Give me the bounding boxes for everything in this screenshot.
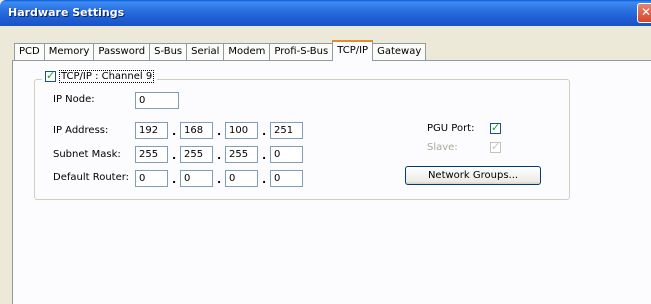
tab-modem[interactable]: Modem <box>223 43 271 61</box>
octet-separator: . <box>172 149 177 162</box>
slave-checkbox <box>490 140 501 153</box>
window-title: Hardware Settings <box>8 6 125 19</box>
subnet-mask-octet-4[interactable]: 0 <box>270 146 303 163</box>
close-icon[interactable] <box>637 3 651 23</box>
slave-label: Slave: <box>427 142 458 153</box>
network-groups-button[interactable]: Network Groups... <box>405 166 541 185</box>
octet-separator: . <box>172 125 177 138</box>
tab-tcp-ip[interactable]: TCP/IP <box>332 40 374 61</box>
octet-separator: . <box>262 149 267 162</box>
octet-separator: . <box>217 149 222 162</box>
ip-node-field[interactable]: 0 <box>135 92 179 109</box>
tcpip-group-header: TCP/IP : Channel 9 <box>42 69 158 83</box>
default-router-octet-1[interactable]: 0 <box>135 170 168 187</box>
octet-separator: . <box>262 125 267 138</box>
octet-separator: . <box>262 173 267 186</box>
octet-separator: . <box>217 173 222 186</box>
tab-pcd[interactable]: PCD <box>14 43 45 61</box>
tab-memory[interactable]: Memory <box>43 43 95 61</box>
ip-address-label: IP Address: <box>53 125 109 136</box>
tcpip-enable-checkbox[interactable] <box>45 69 56 82</box>
octet-separator: . <box>172 173 177 186</box>
tcpip-group-label[interactable]: TCP/IP : Channel 9 <box>59 69 155 83</box>
tab-gateway[interactable]: Gateway <box>372 43 427 61</box>
default-router-octet-3[interactable]: 0 <box>225 170 258 187</box>
pgu-port-checkbox[interactable] <box>490 121 501 134</box>
pgu-port-label: PGU Port: <box>427 123 475 134</box>
title-bar: Hardware Settings <box>0 0 651 26</box>
tab-s-bus[interactable]: S-Bus <box>149 43 188 61</box>
default-router-label: Default Router: <box>53 172 130 183</box>
tab-profi-s-bus[interactable]: Profi-S-Bus <box>269 43 334 61</box>
ip-address-octet-1[interactable]: 192 <box>135 122 168 139</box>
subnet-mask-label: Subnet Mask: <box>53 149 121 160</box>
ip-address-octet-4[interactable]: 251 <box>270 122 303 139</box>
subnet-mask-octet-2[interactable]: 255 <box>180 146 213 163</box>
ip-address-octet-2[interactable]: 168 <box>180 122 213 139</box>
ip-address-octet-3[interactable]: 100 <box>225 122 258 139</box>
tab-serial[interactable]: Serial <box>186 43 225 61</box>
subnet-mask-octet-3[interactable]: 255 <box>225 146 258 163</box>
tab-strip: PCD Memory Password S-Bus Serial Modem P… <box>14 40 427 61</box>
default-router-octet-2[interactable]: 0 <box>180 170 213 187</box>
ip-node-label: IP Node: <box>53 94 95 105</box>
octet-separator: . <box>217 125 222 138</box>
default-router-octet-4[interactable]: 0 <box>270 170 303 187</box>
subnet-mask-octet-1[interactable]: 255 <box>135 146 168 163</box>
tab-password[interactable]: Password <box>93 43 151 61</box>
